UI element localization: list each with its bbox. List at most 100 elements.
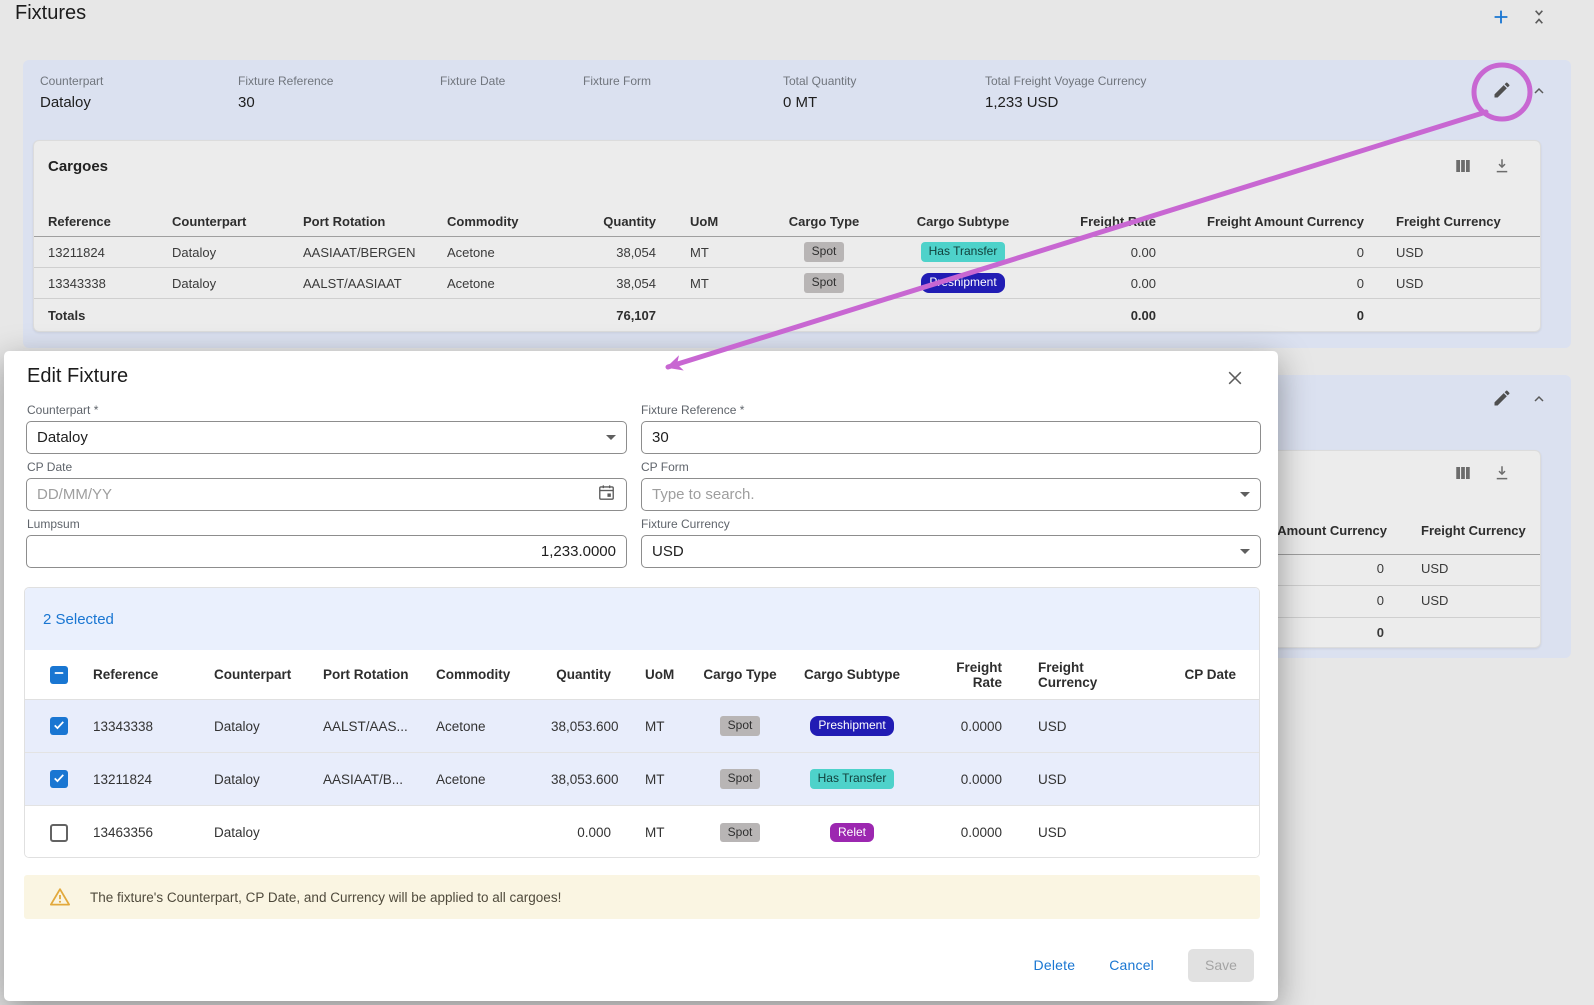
cp-form-search-select[interactable]: Type to search. xyxy=(641,478,1261,511)
field-value: 30 xyxy=(238,94,333,111)
cargo-subtype-badge: Has Transfer xyxy=(810,769,895,788)
col-uom: UoM xyxy=(656,214,754,229)
selection-count: 2 Selected xyxy=(43,611,114,628)
cargo-subtype-badge: Preshipment xyxy=(921,273,1004,292)
col-port-rotation: Port Rotation xyxy=(303,214,447,229)
col-reference: Reference xyxy=(93,667,214,682)
col-cargo-type: Cargo Type xyxy=(700,667,780,682)
summary-fixture-form: Fixture Form xyxy=(583,74,651,94)
summary-total-quantity: Total Quantity 0 MT xyxy=(783,74,856,111)
col-counterpart: Counterpart xyxy=(172,214,303,229)
add-fixture-button[interactable] xyxy=(1488,6,1514,32)
selection-table-header: Reference Counterpart Port Rotation Comm… xyxy=(25,650,1259,700)
col-freight-rate: Freight Rate xyxy=(924,660,1002,690)
download-button[interactable] xyxy=(1491,464,1513,486)
dialog-title: Edit Fixture xyxy=(27,365,128,388)
cell-currency: USD xyxy=(1421,561,1448,576)
field-value: Dataloy xyxy=(40,94,103,111)
chevron-down-icon xyxy=(1240,492,1250,497)
col-port-rotation: Port Rotation xyxy=(323,667,436,682)
cargo-row[interactable]: 13463356 Dataloy 0.000 MT Spot Relet 0.0… xyxy=(25,806,1259,858)
cancel-button[interactable]: Cancel xyxy=(1109,957,1154,973)
cargo-type-badge: Spot xyxy=(720,769,761,788)
cargoes-title: Cargoes xyxy=(48,158,108,175)
row-checkbox[interactable] xyxy=(50,770,68,788)
summary-fixture-reference: Fixture Reference 30 xyxy=(238,74,333,111)
col-commodity: Commodity xyxy=(436,667,551,682)
columns-icon xyxy=(1454,157,1472,180)
cargo-type-badge: Spot xyxy=(720,823,761,842)
col-cargo-type: Cargo Type xyxy=(754,214,894,229)
cargoes-card: Cargoes Reference Counterpart Port Rotat… xyxy=(33,140,1541,332)
cargo-subtype-badge: Relet xyxy=(830,823,874,842)
cargo-row[interactable]: 13343338 Dataloy AALST/AASIAAT Acetone 3… xyxy=(34,268,1540,299)
col-uom: UoM xyxy=(611,667,700,682)
edit-fixture-dialog: Edit Fixture Counterpart * Dataloy Fixtu… xyxy=(4,351,1278,1001)
lumpsum-input[interactable]: 1,233.0000 xyxy=(26,535,627,568)
calendar-icon[interactable] xyxy=(597,483,616,506)
col-freight-rate: Freight Rate xyxy=(1032,214,1156,229)
plus-icon xyxy=(1490,6,1512,33)
col-quantity: Quantity xyxy=(551,667,611,682)
pencil-icon xyxy=(1492,80,1512,105)
edit-fixture-button[interactable] xyxy=(1491,389,1513,411)
save-button[interactable]: Save xyxy=(1188,949,1254,982)
chevron-down-icon xyxy=(606,435,616,440)
col-freight-currency: Freight Currency xyxy=(1002,660,1093,690)
cargo-row[interactable]: 13343338 Dataloy AALST/AAS... Acetone 38… xyxy=(25,700,1259,753)
fixture-panel: Counterpart Dataloy Fixture Reference 30… xyxy=(23,60,1571,348)
cargo-subtype-badge: Has Transfer xyxy=(921,242,1006,261)
field-label: Fixture Form xyxy=(583,74,651,88)
cargoes-table-header: Reference Counterpart Port Rotation Comm… xyxy=(34,207,1540,237)
column-settings-button[interactable] xyxy=(1452,157,1474,179)
delete-button[interactable]: Delete xyxy=(1034,957,1076,973)
col-cp-date: CP Date xyxy=(1093,667,1259,682)
cargo-row[interactable]: 13211824 Dataloy AASIAAT/B... Acetone 38… xyxy=(25,753,1259,806)
chevron-up-icon xyxy=(1531,391,1547,412)
collapse-panel-button[interactable] xyxy=(1530,392,1548,410)
download-button[interactable] xyxy=(1491,157,1513,179)
indeterminate-icon xyxy=(52,666,66,683)
counterpart-label: Counterpart * xyxy=(27,403,98,417)
select-all-checkbox[interactable] xyxy=(50,666,68,684)
counterpart-select[interactable]: Dataloy xyxy=(26,421,627,454)
column-settings-button[interactable] xyxy=(1452,464,1474,486)
chevron-down-icon xyxy=(1240,549,1250,554)
totals-amount: 0 xyxy=(1377,625,1384,640)
col-reference: Reference xyxy=(34,214,172,229)
lumpsum-label: Lumpsum xyxy=(27,517,80,531)
fixture-reference-input[interactable]: 30 xyxy=(641,421,1261,454)
fixture-currency-select[interactable]: USD xyxy=(641,535,1261,568)
cell-amount: 0 xyxy=(1377,593,1384,608)
row-checkbox[interactable] xyxy=(50,824,68,842)
cargo-subtype-badge: Preshipment xyxy=(810,716,893,735)
cargo-type-badge: Spot xyxy=(720,716,761,735)
check-icon xyxy=(52,718,66,735)
fixture-reference-label: Fixture Reference * xyxy=(641,403,744,417)
col-freight-currency: Freight Currency xyxy=(1364,214,1540,229)
row-checkbox[interactable] xyxy=(50,717,68,735)
field-label: Total Quantity xyxy=(783,74,856,88)
cell-currency: USD xyxy=(1421,593,1448,608)
download-icon xyxy=(1493,464,1511,487)
check-icon xyxy=(52,771,66,788)
collapse-all-icon xyxy=(1529,6,1549,33)
summary-total-freight: Total Freight Voyage Currency 1,233 USD xyxy=(985,74,1146,111)
field-label: Counterpart xyxy=(40,74,103,88)
fixture-currency-label: Fixture Currency xyxy=(641,517,730,531)
col-freight-amount-currency: Freight Amount Currency xyxy=(1156,214,1364,229)
collapse-panel-button[interactable] xyxy=(1530,84,1548,102)
cp-date-input[interactable]: DD/MM/YY xyxy=(26,478,627,511)
collapse-all-button[interactable] xyxy=(1526,6,1552,32)
field-label: Fixture Reference xyxy=(238,74,333,88)
page-title: Fixtures xyxy=(15,2,86,25)
close-button[interactable] xyxy=(1224,369,1246,391)
cargo-type-badge: Spot xyxy=(804,242,845,261)
selection-count-bar: 2 Selected xyxy=(25,588,1259,650)
pencil-icon xyxy=(1492,388,1512,413)
cargo-row[interactable]: 13211824 Dataloy AASIAAT/BERGEN Acetone … xyxy=(34,237,1540,268)
edit-fixture-button[interactable] xyxy=(1491,81,1513,103)
download-icon xyxy=(1493,157,1511,180)
field-value: 0 MT xyxy=(783,94,856,111)
warning-icon xyxy=(48,885,72,909)
